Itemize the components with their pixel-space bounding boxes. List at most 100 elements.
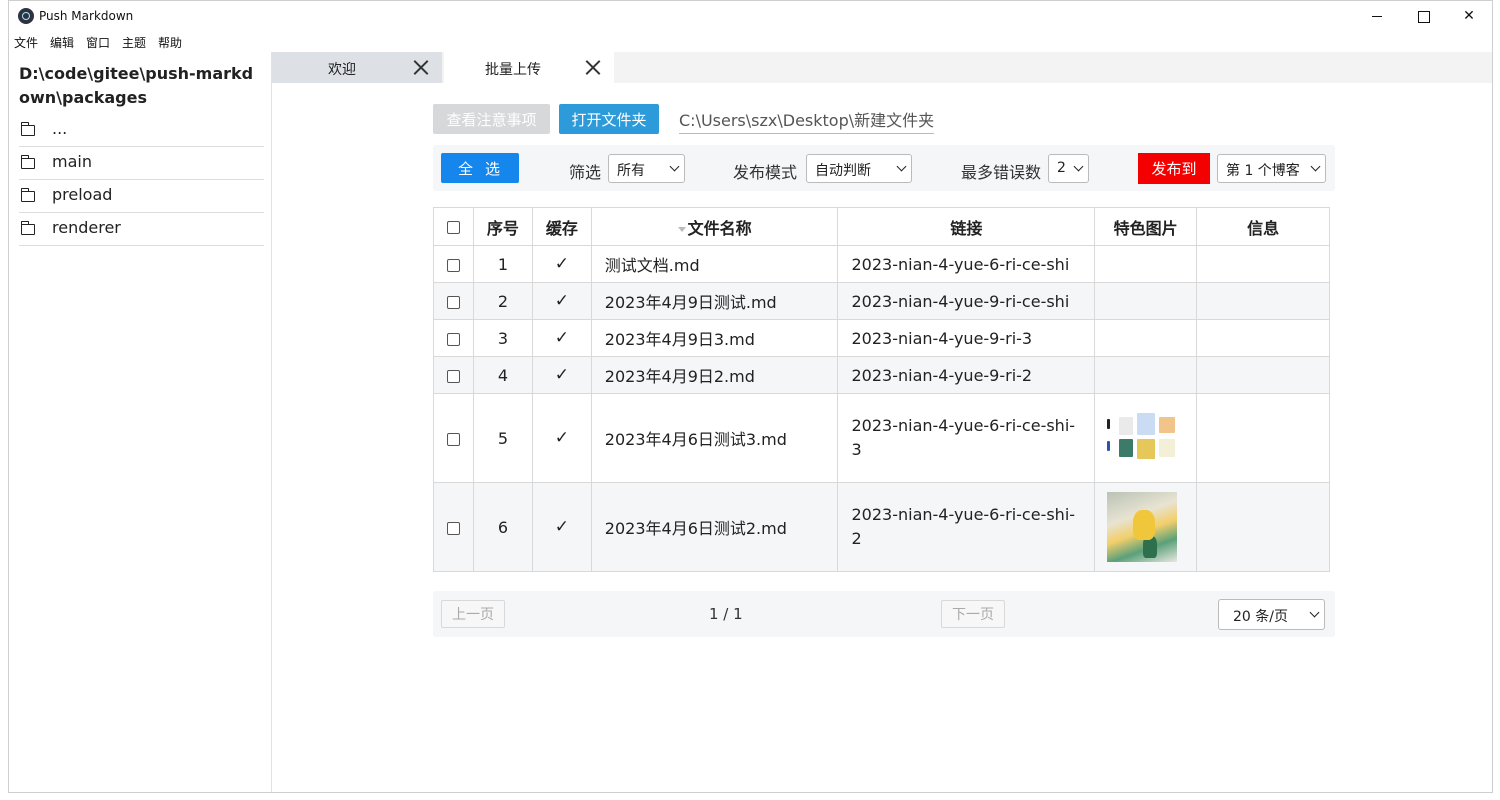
folder-icon [20,155,35,169]
sidebar-item-renderer[interactable]: renderer [19,213,264,246]
row-index: 1 [472,245,533,283]
filter-select-value: 所有 [617,163,645,179]
row-select-cell [433,319,474,357]
row-info [1196,393,1330,483]
open-folder-button[interactable]: 打开文件夹 [559,104,659,134]
chevron-down-icon [1073,161,1084,172]
window-title: Push Markdown [39,9,134,23]
row-image [1094,482,1198,572]
table-row: 4 ✓ 2023年4月9日2.md 2023-nian-4-yue-9-ri-2 [433,356,1330,394]
menu-help[interactable]: 帮助 [158,34,182,51]
row-link: 2023-nian-4-yue-6-ri-ce-shi-2 [837,482,1096,572]
max-errors-select[interactable]: 2 [1048,154,1089,183]
chevron-down-icon [896,161,907,172]
page-size-value: 20 条/页 [1233,609,1288,625]
publish-mode-label: 发布模式 [733,163,798,182]
blog-select[interactable]: 第 1 个博客 [1217,154,1326,183]
check-icon: ✓ [531,319,592,357]
row-link: 2023-nian-4-yue-6-ri-ce-shi [837,245,1096,283]
row-index: 5 [472,393,533,483]
check-icon: ✓ [531,482,592,572]
menu-file[interactable]: 文件 [14,34,38,51]
row-checkbox[interactable] [446,369,460,383]
view-notice-button[interactable]: 查看注意事项 [433,104,550,134]
row-checkbox[interactable] [446,521,460,535]
table-header-row: 序号 缓存 文件名称 链接 特色图片 信息 [433,207,1330,246]
close-window-button[interactable]: ✕ [1446,1,1492,32]
tab-batch-upload[interactable]: 批量上传 [444,52,614,83]
batch-upload-panel: 查看注意事项 打开文件夹 C:\Users\szx\Desktop\新建文件夹 … [272,83,1492,792]
chevron-down-icon [669,161,680,172]
next-page-button[interactable]: 下一页 [941,600,1005,628]
row-select-cell [433,282,474,320]
max-errors-value: 2 [1057,160,1066,176]
row-filename: 2023年4月9日2.md [590,356,839,394]
tab-close-icon[interactable] [412,58,430,76]
row-checkbox[interactable] [446,332,460,346]
folder-open-icon [20,122,35,136]
pagination-bar: 上一页 1 / 1 下一页 20 条/页 [433,591,1335,637]
menu-edit[interactable]: 编辑 [50,34,74,51]
row-index: 3 [472,319,533,357]
header-select-all[interactable] [433,207,474,246]
row-checkbox[interactable] [446,258,460,272]
check-icon: ✓ [531,282,592,320]
header-filename[interactable]: 文件名称 [590,207,839,246]
maximize-button[interactable] [1400,1,1446,32]
folder-icon [20,221,35,235]
sidebar-item-main[interactable]: main [19,147,264,180]
select-all-button[interactable]: 全选 [441,153,519,183]
header-index: 序号 [472,207,533,246]
row-select-cell [433,393,474,483]
page-size-select[interactable]: 20 条/页 [1218,599,1325,630]
row-link: 2023-nian-4-yue-9-ri-3 [837,319,1096,357]
chevron-down-icon [1310,161,1321,172]
featured-image-thumbnail[interactable] [1107,492,1178,562]
menu-theme[interactable]: 主题 [122,34,146,51]
featured-image-thumbnail[interactable] [1107,413,1177,463]
header-cached: 缓存 [531,207,592,246]
row-select-cell [433,482,474,572]
sidebar-item-parent[interactable]: ... [19,114,264,147]
row-info [1196,482,1330,572]
filter-select[interactable]: 所有 [608,154,685,183]
file-sidebar: D:\code\gitee\push-markdown\packages ...… [9,52,272,792]
row-index: 2 [472,282,533,320]
publish-button[interactable]: 发布到 [1138,153,1210,184]
title-bar: Push Markdown ✕ [9,1,1492,32]
sidebar-item-label: ... [52,119,68,138]
sidebar-item-preload[interactable]: preload [19,180,264,213]
blog-select-value: 第 1 个博客 [1226,163,1300,179]
row-image [1094,282,1198,320]
header-image: 特色图片 [1094,207,1198,246]
row-info [1196,356,1330,394]
tab-close-icon[interactable] [584,58,602,76]
publish-mode-select[interactable]: 自动判断 [806,154,912,183]
row-select-cell [433,356,474,394]
menu-window[interactable]: 窗口 [86,34,110,51]
minimize-button[interactable] [1354,1,1400,32]
max-errors-label: 最多错误数 [961,163,1042,182]
row-filename: 2023年4月6日测试3.md [590,393,839,483]
header-link: 链接 [837,207,1096,246]
table-row: 3 ✓ 2023年4月9日3.md 2023-nian-4-yue-9-ri-3 [433,319,1330,357]
folder-path: C:\Users\szx\Desktop\新建文件夹 [679,107,935,134]
select-all-checkbox[interactable] [446,221,460,234]
sort-caret-icon [677,226,686,232]
row-image [1094,393,1198,483]
row-link: 2023-nian-4-yue-6-ri-ce-shi-3 [837,393,1096,483]
prev-page-button[interactable]: 上一页 [441,600,505,628]
sidebar-item-label: main [52,152,92,171]
table-row: 6 ✓ 2023年4月6日测试2.md 2023-nian-4-yue-6-ri… [433,482,1330,572]
row-info [1196,282,1330,320]
publish-toolbar: 全选 筛选 所有 发布模式 自动判断 最多错误数 2 发布到 第 1 个博客 [433,145,1335,191]
tab-welcome[interactable]: 欢迎 [272,52,442,83]
check-icon: ✓ [531,356,592,394]
row-checkbox[interactable] [446,432,460,446]
row-link: 2023-nian-4-yue-9-ri-2 [837,356,1096,394]
chevron-down-icon [1309,607,1320,618]
row-info [1196,245,1330,283]
row-checkbox[interactable] [446,295,460,309]
row-filename: 2023年4月9日测试.md [590,282,839,320]
row-index: 4 [472,356,533,394]
